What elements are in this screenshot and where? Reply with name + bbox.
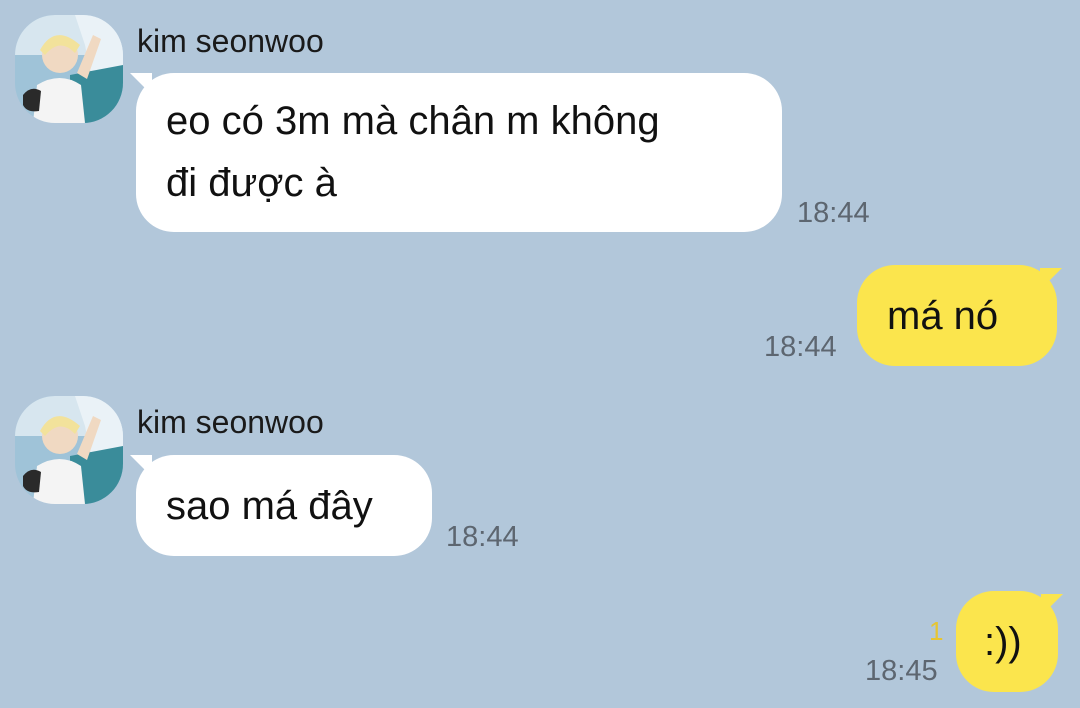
message-timestamp: 18:44: [797, 197, 870, 229]
sender-avatar[interactable]: [15, 15, 123, 123]
message-text: má nó: [887, 294, 999, 338]
message-text: sao má đây: [166, 484, 373, 528]
message-text-line: eo có 3m mà chân m không: [166, 99, 660, 143]
message-bubble-outgoing[interactable]: má nó: [857, 265, 1057, 366]
sender-avatar[interactable]: [15, 396, 123, 504]
avatar-photo: [15, 396, 123, 504]
message-text-line: đi được à: [166, 161, 337, 205]
avatar-photo: [15, 15, 123, 123]
bubble-tail: [1041, 594, 1063, 616]
sender-name: kim seonwoo: [137, 23, 324, 59]
message-bubble-incoming[interactable]: sao má đây: [136, 455, 432, 556]
chat-room: kim seonwoo eo có 3m mà chân m không đi …: [0, 0, 1080, 708]
unread-count: 1: [929, 616, 944, 646]
sender-name: kim seonwoo: [137, 404, 324, 440]
message-timestamp: 18:44: [446, 521, 519, 553]
message-timestamp: 18:44: [764, 331, 837, 363]
message-text: :)): [984, 620, 1022, 664]
message-bubble-incoming[interactable]: eo có 3m mà chân m không đi được à: [136, 73, 782, 232]
bubble-tail: [1040, 268, 1062, 290]
message-timestamp: 18:45: [865, 655, 938, 687]
